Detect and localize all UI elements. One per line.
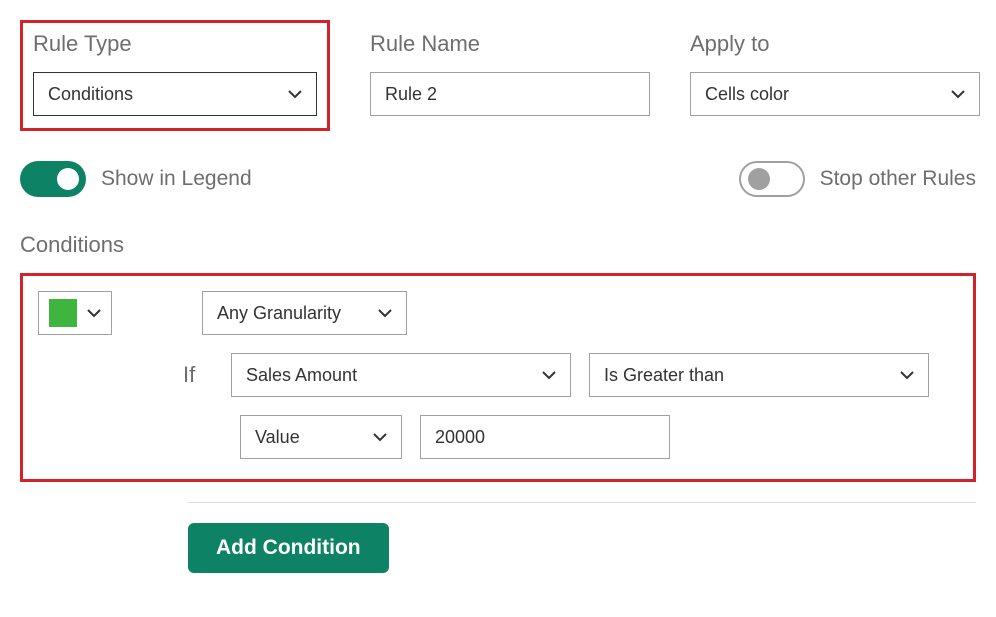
condition-field-value: Sales Amount [246,365,357,386]
rule-name-input[interactable]: Rule 2 [370,72,650,116]
granularity-value: Any Granularity [217,303,341,324]
top-fields-row: Rule Type Conditions Rule Name Rule 2 Ap… [20,20,976,131]
condition-operator-select[interactable]: Is Greater than [589,353,929,397]
color-swatch [49,299,77,327]
rule-name-value: Rule 2 [385,84,437,105]
condition-field-select[interactable]: Sales Amount [231,353,571,397]
condition-row-3: Value 20000 [240,415,958,459]
rule-name-group: Rule Name Rule 2 [370,20,650,131]
apply-to-group: Apply to Cells color [690,20,980,131]
apply-to-select[interactable]: Cells color [690,72,980,116]
condition-value-input[interactable]: 20000 [420,415,670,459]
apply-to-value: Cells color [705,84,789,105]
add-condition-label: Add Condition [216,536,361,559]
stop-rules-label: Stop other Rules [820,167,976,191]
rule-type-label: Rule Type [33,31,317,57]
conditions-title: Conditions [20,232,976,258]
value-type-value: Value [255,427,300,448]
condition-value: 20000 [435,427,485,448]
stop-rules-toggle[interactable] [739,161,805,197]
rule-type-value: Conditions [48,84,133,105]
value-type-select[interactable]: Value [240,415,402,459]
show-legend-toggle[interactable] [20,161,86,197]
condition-row-1: Any Granularity [38,291,958,335]
condition-row-2: If Sales Amount Is Greater than [183,353,958,397]
chevron-down-icon [542,368,556,382]
chevron-down-icon [378,306,392,320]
divider [188,502,976,503]
if-label: If [183,362,213,388]
chevron-down-icon [87,306,101,320]
apply-to-label: Apply to [690,31,980,57]
show-legend-group: Show in Legend [20,161,252,197]
toggle-knob [748,168,770,190]
conditions-highlight: Any Granularity If Sales Amount Is Great… [20,273,976,482]
rule-type-group: Rule Type Conditions [33,31,317,116]
add-condition-button[interactable]: Add Condition [188,523,389,573]
toggle-row: Show in Legend Stop other Rules [20,161,976,197]
chevron-down-icon [288,87,302,101]
chevron-down-icon [900,368,914,382]
toggle-knob [57,168,79,190]
show-legend-label: Show in Legend [101,167,252,191]
rule-type-select[interactable]: Conditions [33,72,317,116]
chevron-down-icon [373,430,387,444]
granularity-select[interactable]: Any Granularity [202,291,407,335]
chevron-down-icon [951,87,965,101]
stop-rules-group: Stop other Rules [739,161,976,197]
condition-color-picker[interactable] [38,291,112,335]
rule-name-label: Rule Name [370,31,650,57]
condition-operator-value: Is Greater than [604,365,724,386]
rule-type-highlight: Rule Type Conditions [20,20,330,131]
